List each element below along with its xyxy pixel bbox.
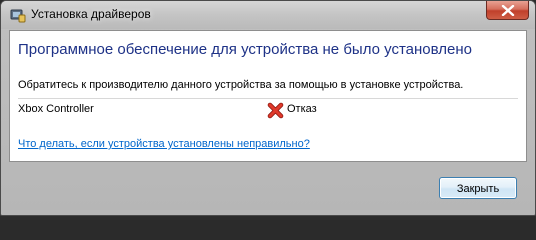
device-status: Отказ [287, 103, 317, 115]
error-x-icon [267, 102, 284, 119]
device-installer-icon [10, 7, 26, 23]
instruction-text: Обратитесь к производителю данного устро… [18, 79, 464, 91]
device-name: Xbox Controller [18, 103, 94, 115]
driver-install-dialog: Установка драйверов Программное обеспече… [0, 0, 536, 216]
device-row: Xbox Controller Отказ [18, 102, 518, 120]
window-close-button[interactable] [486, 1, 529, 20]
close-button[interactable]: Закрыть [439, 177, 517, 199]
window-title: Установка драйверов [31, 7, 151, 21]
help-link[interactable]: Что делать, если устройства установлены … [18, 138, 310, 150]
dialog-content: Программное обеспечение для устройства н… [9, 30, 527, 162]
close-icon [501, 5, 515, 16]
main-instruction: Программное обеспечение для устройства н… [18, 41, 472, 58]
title-bar[interactable]: Установка драйверов [1, 1, 535, 29]
divider [18, 98, 518, 99]
